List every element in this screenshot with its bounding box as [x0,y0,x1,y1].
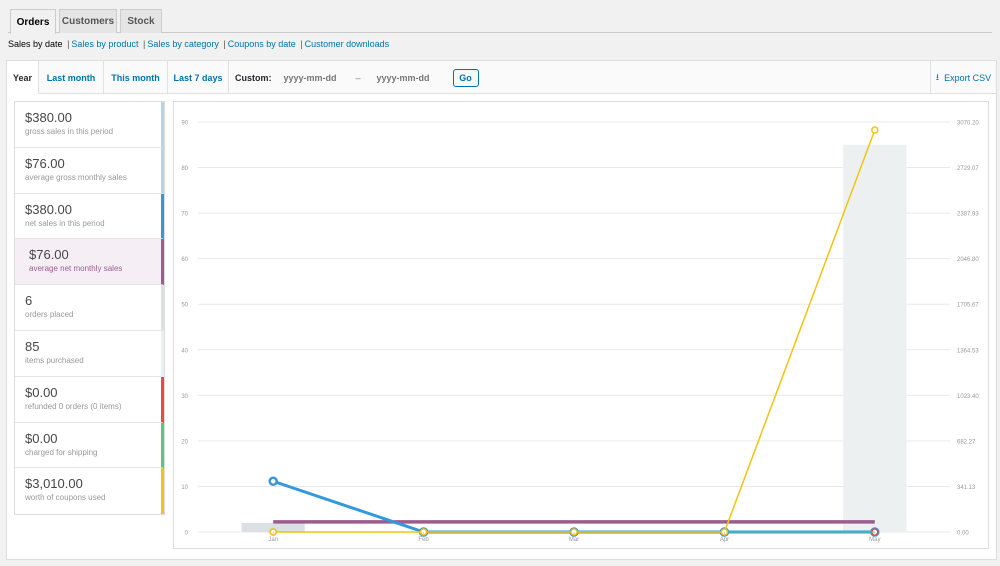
y-right-tick-label: 2729.07 [957,166,979,172]
legend-item[interactable]: 6 orders placed [15,285,164,331]
x-tick-label: Apr [720,537,729,543]
y-left-tick-label: 40 [181,348,188,354]
date-to-input[interactable]: yyyy-mm-dd [377,73,449,83]
custom-range: Custom: yyyy-mm-dd – yyyy-mm-dd Go [229,61,479,94]
legend-value: 6 [25,293,33,309]
subnav-sales-by-category[interactable]: Sales by category [147,39,219,49]
x-tick-label: Jan [268,537,278,543]
report-tabs: Orders Customers Stock [8,9,992,34]
y-right-tick-label: 3070.20 [957,121,979,127]
download-icon: ⭳ [935,71,940,82]
subnav-separator: | [300,39,303,49]
subnav-separator: | [67,39,70,49]
y-right-tick-label: 1364.53 [957,348,979,354]
legend-value: $76.00 [29,247,69,263]
y-right-tick-label: 0.00 [957,531,969,537]
chart-container: 0 10 20 30 40 50 60 70 80 90 0.00 341.13 682.27 1023.… [173,101,989,549]
legend-description: gross sales in this period [25,127,114,136]
y-left-tick-label: 30 [181,394,188,400]
export-csv-button[interactable]: ⭳ Export CSV [930,61,996,94]
y-left-tick-label: 0 [185,531,189,537]
legend-item[interactable]: $380.00 gross sales in this period [15,102,164,148]
date-separator: – [355,72,361,83]
subnav-coupons-by-date[interactable]: Coupons by date [228,39,296,49]
y-left-tick-label: 80 [181,166,188,172]
range-bar: Year Last month This month Last 7 days C… [7,61,996,94]
tab-stock[interactable]: Stock [120,9,162,33]
date-from-input[interactable]: yyyy-mm-dd [284,73,356,83]
legend-item[interactable]: $76.00 average net monthly sales [15,239,164,286]
range-last-7-days[interactable]: Last 7 days [168,61,229,94]
chart-legend: $380.00 gross sales in this period $76.00 a… [14,101,165,516]
x-tick-label: May [869,537,880,543]
legend-item[interactable]: $0.00 charged for shipping [15,422,164,469]
legend-value: $380.00 [25,201,72,217]
y-right-tick-label: 1705.67 [957,303,979,309]
y-left-tick-label: 50 [181,303,188,309]
subnav-customer-downloads[interactable]: Customer downloads [305,39,390,49]
legend-description: items purchased [25,355,84,365]
y-left-tick-label: 70 [181,212,188,218]
legend-value: $380.00 [25,110,72,125]
legend-item[interactable]: $3,010.00 worth of coupons used [15,468,164,515]
tab-orders[interactable]: Orders [10,9,56,34]
sales-chart: 0 10 20 30 40 50 60 70 80 90 0.00 341.13 682.27 1023.… [181,121,979,544]
y-left-tick-label: 10 [181,485,188,491]
x-tick-label: Feb [418,537,429,543]
y-right-tick-label: 2046.80 [957,257,979,263]
y-right-tick-label: 1023.40 [957,394,979,400]
legend-description: refunded 0 orders (0 items) [25,401,122,411]
legend-description: average net monthly sales [29,264,123,274]
export-csv-label: Export CSV [944,72,992,83]
legend-description: net sales in this period [25,218,105,228]
subnav-sales-by-product[interactable]: Sales by product [71,39,138,49]
bar [843,144,907,532]
y-left-tick-label: 90 [181,121,188,127]
subnav-separator: | [142,39,146,49]
report-subnav: Sales by date | Sales by product | Sales b… [8,39,389,53]
legend-description: orders placed [25,310,74,320]
range-last-month[interactable]: Last month [39,61,104,94]
series-line [273,129,876,533]
legend-value: $76.00 [25,155,65,171]
x-tick-label: Mar [569,537,579,543]
legend-description: average gross monthly sales [25,172,127,182]
y-left-tick-label: 60 [181,257,188,263]
legend-item[interactable]: $380.00 net sales in this period [15,193,164,240]
y-left-tick-label: 20 [181,439,188,445]
legend-item[interactable]: 85 items purchased [15,330,164,377]
data-point [871,126,879,134]
legend-value: 85 [25,338,40,354]
custom-label: Custom: [235,72,272,83]
legend-value: $0.00 [25,430,58,446]
legend-item[interactable]: $0.00 refunded 0 orders (0 items) [15,376,164,423]
report-panel: Year Last month This month Last 7 days C… [6,60,997,560]
y-right-tick-label: 2387.93 [957,212,979,218]
data-point [268,476,278,487]
legend-value: $0.00 [25,384,58,400]
go-button[interactable]: Go [452,68,479,87]
range-this-month[interactable]: This month [104,61,168,94]
legend-item[interactable]: $76.00 average gross monthly sales [15,147,164,194]
tab-customers[interactable]: Customers [59,9,117,33]
y-right-tick-label: 682.27 [957,439,976,445]
legend-description: charged for shipping [25,447,98,457]
subnav-current: Sales by date [8,39,63,49]
legend-value: $3,010.00 [25,476,83,492]
series-line [272,479,875,534]
y-right-tick-label: 341.13 [957,485,976,491]
subnav-separator: | [223,39,226,49]
range-year[interactable]: Year [7,61,39,94]
legend-description: worth of coupons used [25,493,106,503]
